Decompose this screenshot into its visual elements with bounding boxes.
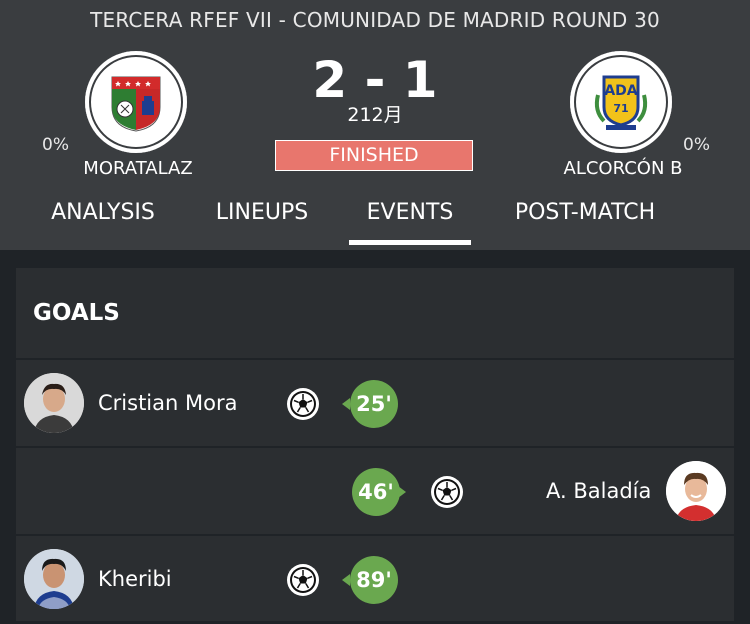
soccer-ball-icon <box>286 387 320 421</box>
match-header: TERCERA RFEF VII - COMUNIDAD DE MADRID R… <box>0 0 750 250</box>
tab-lineups[interactable]: LINEUPS <box>205 200 319 225</box>
match-date: 212月 <box>347 104 403 126</box>
moratalaz-crest-icon <box>111 76 161 132</box>
svg-text:ADA: ADA <box>604 83 637 99</box>
goal-scorer-name[interactable]: Cristian Mora <box>98 391 237 415</box>
goal-row[interactable]: 46' A. Baladía <box>16 446 734 536</box>
status-badge: FINISHED <box>275 140 473 171</box>
goal-minute-badge: 89' <box>342 554 400 606</box>
soccer-ball-icon <box>286 563 320 597</box>
alcorcon-crest-icon: ADA 71 <box>594 75 648 130</box>
goal-row[interactable]: Cristian Mora 25' <box>16 358 734 448</box>
goals-card: GOALS Cristian Mora 25' 46' A. Baladía K… <box>16 268 734 621</box>
player-avatar[interactable] <box>24 373 84 433</box>
tab-events[interactable]: EVENTS <box>350 200 470 225</box>
home-team-crest[interactable] <box>85 51 187 153</box>
match-tabs: ANALYSIS LINEUPS EVENTS POST-MATCH <box>0 190 750 250</box>
goal-scorer-name[interactable]: A. Baladía <box>546 479 651 503</box>
goal-minute: 46' <box>358 480 394 504</box>
goal-scorer-name[interactable]: Kheribi <box>98 567 172 591</box>
home-team-name[interactable]: MORATALAZ <box>70 158 206 179</box>
goal-minute: 89' <box>356 568 392 592</box>
away-percent: 0% <box>683 135 710 155</box>
soccer-ball-icon <box>430 475 464 509</box>
away-team-crest[interactable]: ADA 71 <box>570 51 672 153</box>
active-tab-indicator <box>349 240 471 245</box>
player-photo-icon <box>24 549 84 609</box>
goal-row[interactable]: Kheribi 89' <box>16 534 734 624</box>
player-photo-icon <box>24 373 84 433</box>
tab-post-match[interactable]: POST-MATCH <box>495 200 675 225</box>
goal-minute: 25' <box>356 392 392 416</box>
competition-title: TERCERA RFEF VII - COMUNIDAD DE MADRID R… <box>90 8 660 32</box>
goal-minute-badge: 46' <box>350 466 406 518</box>
player-avatar[interactable] <box>24 549 84 609</box>
home-percent: 0% <box>42 135 69 155</box>
away-team-name[interactable]: ALCORCÓN B <box>555 158 691 179</box>
player-photo-icon <box>666 461 726 521</box>
tab-analysis[interactable]: ANALYSIS <box>40 200 166 225</box>
section-title: GOALS <box>33 300 120 326</box>
svg-text:71: 71 <box>613 102 628 115</box>
player-avatar[interactable] <box>666 461 726 521</box>
goal-minute-badge: 25' <box>342 378 400 430</box>
